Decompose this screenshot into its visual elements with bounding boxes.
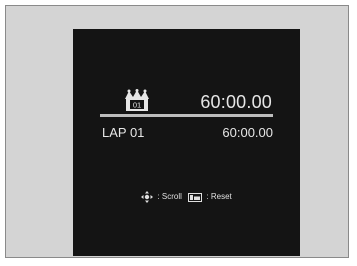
crown-icon: 01: [125, 89, 149, 111]
figure-frame: 01 60:00.00 LAP 01 60:00.00 : Scroll : R…: [5, 5, 349, 258]
scroll-hint-label: : Scroll: [157, 192, 182, 201]
lap-label: LAP 01: [102, 125, 145, 140]
display-screen: 01 60:00.00 LAP 01 60:00.00 : Scroll : R…: [73, 29, 300, 256]
divider: [100, 114, 273, 117]
best-lap-time: 60:00.00: [200, 92, 272, 112]
dpad-icon: [141, 191, 154, 203]
crown-badge-text: 01: [133, 101, 141, 110]
menu-button-icon: [188, 192, 203, 202]
reset-hint-label: : Reset: [206, 192, 232, 201]
lap-time: 60:00.00: [222, 125, 273, 140]
controls-hint: : Scroll : Reset: [73, 189, 300, 205]
